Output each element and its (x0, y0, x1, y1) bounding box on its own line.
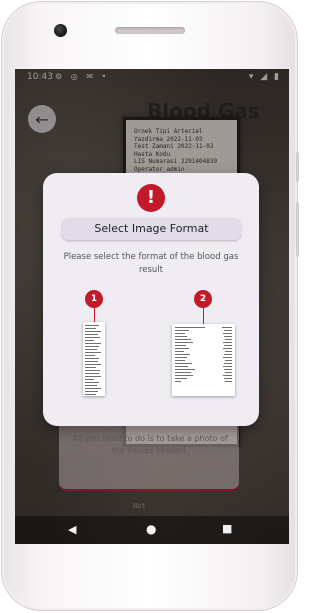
format-option-2[interactable]: 2 (160, 290, 240, 420)
narrow-receipt-thumbnail[interactable] (83, 322, 105, 396)
nav-back-button[interactable]: ◀ (68, 523, 76, 536)
nav-recents-button[interactable]: ■ (222, 522, 232, 535)
option-number-badge: 2 (194, 290, 212, 308)
format-option-1[interactable]: 1 (63, 290, 143, 420)
volume-button (296, 202, 299, 257)
nav-home-button[interactable]: ● (146, 522, 156, 536)
select-format-dialog: ! Select Image Format Please select the … (43, 173, 259, 426)
dialog-title: Select Image Format (62, 218, 241, 240)
wide-report-thumbnail[interactable] (172, 324, 235, 396)
thumbnail-text-lines (85, 325, 103, 396)
option-number-badge: 1 (85, 290, 103, 308)
navigation-bar: ◀ ● ■ (15, 516, 289, 544)
front-camera (54, 24, 67, 37)
thumbnail-text-lines (175, 327, 232, 384)
badge-connector (203, 308, 204, 324)
phone-screen: 10:43 ⚙ ◎ ✉ • ▾ ◢ ▮ ← Blood Gas Ornek Ti… (15, 69, 289, 544)
alert-icon: ! (137, 184, 165, 212)
earpiece-speaker (115, 27, 185, 34)
dialog-message: Please select the format of the blood ga… (63, 252, 239, 275)
phone-frame: 10:43 ⚙ ◎ ✉ • ▾ ◢ ▮ ← Blood Gas Ornek Ti… (1, 1, 299, 611)
power-button (296, 152, 299, 182)
